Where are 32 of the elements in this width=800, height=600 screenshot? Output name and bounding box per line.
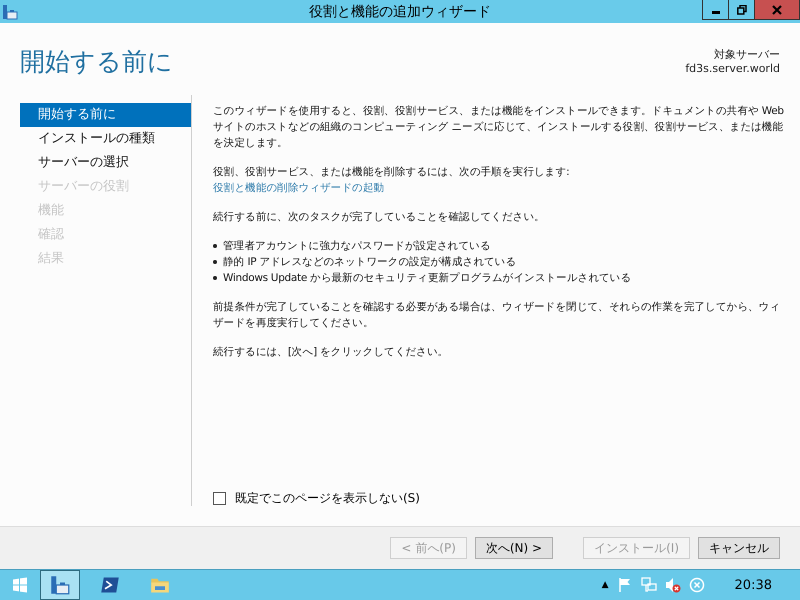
sidebar-item[interactable]: インストールの種類	[20, 127, 191, 151]
bullet-text: 管理者アカウントに強力なパスワードが設定されている	[223, 239, 491, 254]
wizard-button[interactable]: 次へ(N) >	[474, 537, 554, 559]
target-server-name: fd3s.server.world	[685, 62, 780, 75]
bullet-icon	[213, 276, 217, 280]
paragraph: 続行するには、[次へ] をクリックしてください。	[213, 345, 450, 360]
page-heading: 開始する前に	[20, 46, 173, 78]
bullet-text: 静的 IP アドレスなどのネットワークの設定が構成されている	[223, 255, 516, 270]
restore-icon	[736, 4, 746, 14]
remove-wizard-link[interactable]: 役割と機能の削除ウィザードの起動	[213, 180, 384, 196]
paragraph: 続行する前に、次のタスクが完了していることを確認してください。	[213, 210, 546, 225]
muted-speaker-icon[interactable]	[664, 577, 681, 593]
target-server-label: 対象サーバー	[714, 47, 780, 62]
show-hidden-icons-button[interactable]: ▲	[602, 580, 609, 590]
paragraph: 前提条件が完了していることを確認する必要がある場合は、ウィザードを閉じて、それらの作業を完了してから、ウィザードを再度実行してください。	[213, 300, 782, 331]
minimize-icon	[712, 11, 720, 14]
bullet-icon	[213, 260, 217, 264]
window-title: 役割と機能の追加ウィザード	[309, 2, 491, 20]
close-button[interactable]	[754, 0, 800, 20]
checkbox[interactable]	[213, 492, 226, 504]
sidebar-item[interactable]: サーバーの選択	[20, 151, 191, 175]
bullet-text: Windows Update から最新のセキュリティ更新プログラムがインストールされている	[223, 271, 632, 286]
bullet-icon	[213, 244, 217, 248]
windows-logo-icon	[12, 577, 28, 593]
paragraph: 役割、役割サービス、または機能を削除するには、次の手順を実行します:	[213, 165, 570, 180]
clock[interactable]: 20:38	[734, 578, 772, 592]
minimize-button[interactable]	[702, 0, 729, 20]
sidebar-item[interactable]: 開始する前に	[20, 103, 191, 127]
close-icon	[772, 4, 782, 14]
wizard-button[interactable]: キャンセル	[698, 537, 780, 559]
paragraph: このウィザードを使用すると、役割、役割サービス、または機能をインストールできます。ドキュメントの共有や Web サイトのホストなどの組織のコンピューティング ニーズに応じて、インストールする役割、役割サービス、または機能を決定します。	[213, 104, 785, 151]
checkbox-label[interactable]: 既定でこのページを表示しない(S)	[235, 490, 420, 506]
